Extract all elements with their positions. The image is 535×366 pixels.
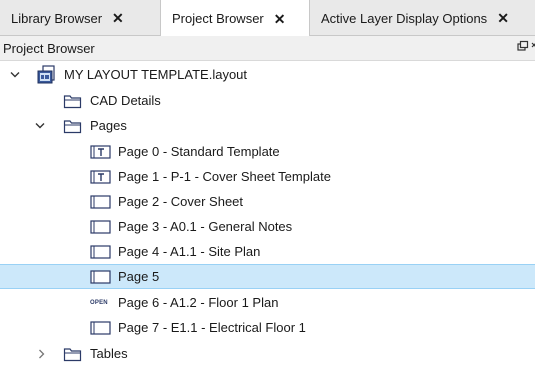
- tree-node-label: Page 2 - Cover Sheet: [118, 194, 244, 209]
- layout-file-icon: [37, 64, 59, 85]
- page-icon: [90, 269, 112, 284]
- tab-label: Active Layer Display Options: [321, 10, 488, 26]
- restore-icon[interactable]: [515, 40, 535, 57]
- tree-node-label: Page 3 - A0.1 - General Notes: [118, 219, 293, 234]
- page-icon: [90, 320, 112, 335]
- tree-node-label: Page 7 - E1.1 - Electrical Floor 1: [118, 320, 306, 335]
- tab-project-browser[interactable]: Project Browser ✕: [161, 0, 310, 37]
- tab-bar: Library Browser ✕ Project Browser ✕ Acti…: [0, 0, 535, 37]
- page-icon: [90, 219, 112, 234]
- tree-node-label: CAD Details: [90, 93, 161, 108]
- folder-icon: [63, 118, 83, 134]
- page-icon: [90, 194, 112, 209]
- tree-node-label: Page 0 - Standard Template: [118, 144, 280, 159]
- panel-header: Project Browser: [0, 36, 535, 61]
- tree-node-page-4[interactable]: Page 4 - A1.1 - Site Plan: [0, 239, 535, 264]
- page-icon: [90, 244, 112, 259]
- tree-node-tables[interactable]: Tables: [0, 341, 535, 366]
- close-icon[interactable]: ✕: [112, 11, 124, 25]
- close-icon[interactable]: ✕: [497, 11, 509, 25]
- tree-node-cad-details[interactable]: CAD Details: [0, 88, 535, 113]
- tree-node-label: Tables: [90, 346, 128, 361]
- folder-icon: [63, 93, 83, 109]
- tree-node-pages[interactable]: Pages: [0, 113, 535, 138]
- tree-node-page-1[interactable]: Page 1 - P-1 - Cover Sheet Template: [0, 164, 535, 189]
- open-badge: OPEN: [90, 299, 108, 306]
- tree-node-label: Page 1 - P-1 - Cover Sheet Template: [118, 169, 331, 184]
- tree-node-root[interactable]: MY LAYOUT TEMPLATE.layout: [0, 62, 535, 87]
- tree-node-page-2[interactable]: Page 2 - Cover Sheet: [0, 189, 535, 214]
- chevron-down-icon[interactable]: [34, 120, 46, 132]
- tree-node-label: Page 6 - A1.2 - Floor 1 Plan: [118, 295, 279, 310]
- tree-node-label: Pages: [90, 118, 127, 133]
- tree-node-label: Page 4 - A1.1 - Site Plan: [118, 244, 261, 259]
- tab-label: Library Browser: [11, 10, 103, 26]
- tree-node-page-0[interactable]: Page 0 - Standard Template: [0, 139, 535, 164]
- tab-active-layer-display-options[interactable]: Active Layer Display Options ✕: [310, 0, 535, 36]
- chevron-right-icon[interactable]: [36, 348, 48, 360]
- tree-node-label: Page 5: [118, 269, 160, 284]
- tab-library-browser[interactable]: Library Browser ✕: [0, 0, 161, 36]
- chevron-down-icon[interactable]: [9, 69, 21, 81]
- tree-node-page-6[interactable]: OPEN Page 6 - A1.2 - Floor 1 Plan: [0, 290, 535, 315]
- tree-node-label: MY LAYOUT TEMPLATE.layout: [64, 67, 248, 82]
- tree-node-page-3[interactable]: Page 3 - A0.1 - General Notes: [0, 214, 535, 239]
- tab-label: Project Browser: [172, 11, 264, 26]
- folder-icon: [63, 346, 83, 362]
- panel-title: Project Browser: [3, 40, 95, 56]
- template-page-icon: [90, 144, 112, 159]
- close-icon[interactable]: ✕: [274, 12, 286, 26]
- tree-node-page-5[interactable]: Page 5: [0, 264, 535, 289]
- tree-node-page-7[interactable]: Page 7 - E1.1 - Electrical Floor 1: [0, 315, 535, 340]
- template-page-icon: [90, 169, 112, 184]
